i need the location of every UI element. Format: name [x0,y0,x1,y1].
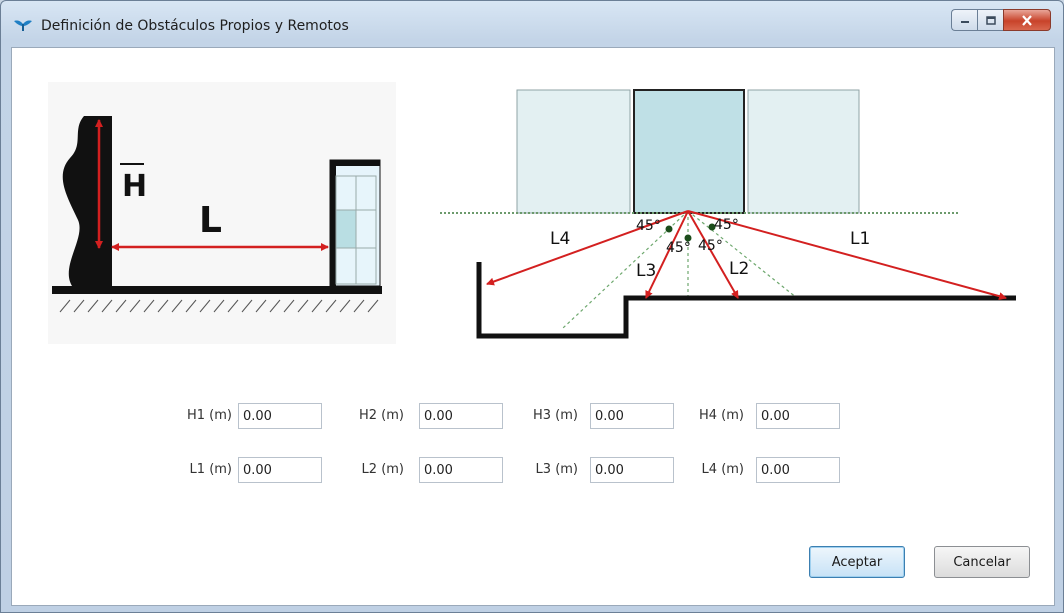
left-section-diagram: H L [48,82,396,344]
height-label: H [122,169,147,204]
h4-label: H4 (m) [699,408,744,423]
window-controls [951,9,1051,31]
cancel-button[interactable]: Cancelar [934,546,1030,578]
h4-input[interactable] [756,403,840,429]
maximize-icon [985,15,996,25]
label-l2: L2 [729,259,749,279]
l4-input[interactable] [756,457,840,483]
ground-line [52,286,382,294]
dialog-window: Definición de Obstáculos Propios y Remot… [0,0,1064,613]
minimize-icon [960,21,969,23]
angle-label-3: 45° [666,240,691,256]
window-right [747,89,860,214]
remote-obstacle-top [330,160,380,166]
label-l3: L3 [636,261,656,281]
angle-label-4: 45° [698,238,723,254]
obstacle-diagram: H L L1 L2 L3 L4 45° 45° 45° 45° [48,82,1034,344]
l3-input[interactable] [590,457,674,483]
angle-point-left [665,225,673,233]
maximize-button[interactable] [977,9,1003,31]
label-l4: L4 [550,229,570,249]
remote-obstacle-wall [330,160,336,286]
minimize-button[interactable] [951,9,977,31]
h2-input[interactable] [419,403,503,429]
l2-label: L2 (m) [361,462,404,477]
window-center [633,89,745,214]
window-title: Definición de Obstáculos Propios y Remot… [41,18,349,34]
window-left [516,89,631,214]
h3-label: H3 (m) [533,408,578,423]
remote-obstacle-windows [335,175,377,285]
l1-input[interactable] [238,457,322,483]
close-icon [1022,14,1032,26]
h1-label: H1 (m) [187,408,232,423]
accept-button[interactable]: Aceptar [809,546,905,578]
angle-label-1: 45° [636,218,661,234]
angle-label-2: 45° [714,217,739,233]
title-bar[interactable]: Definición de Obstáculos Propios y Remot… [1,1,1063,47]
wings-icon [14,20,32,31]
h2-label: H2 (m) [359,408,404,423]
length-label: L [199,200,222,241]
dialog-content: H L L1 L2 L3 L4 45° 45° 45° 45° H1 (m) 0… [11,47,1055,606]
l3-label: L3 (m) [535,462,578,477]
right-section-diagram: L1 L2 L3 L4 45° 45° 45° 45° [422,82,1034,344]
l1-label: L1 (m) [189,462,232,477]
close-button[interactable] [1003,9,1051,31]
h1-input[interactable] [238,403,322,429]
h3-input[interactable] [590,403,674,429]
l4-label: L4 (m) [701,462,744,477]
l2-input[interactable] [419,457,503,483]
label-l1: L1 [850,229,870,249]
